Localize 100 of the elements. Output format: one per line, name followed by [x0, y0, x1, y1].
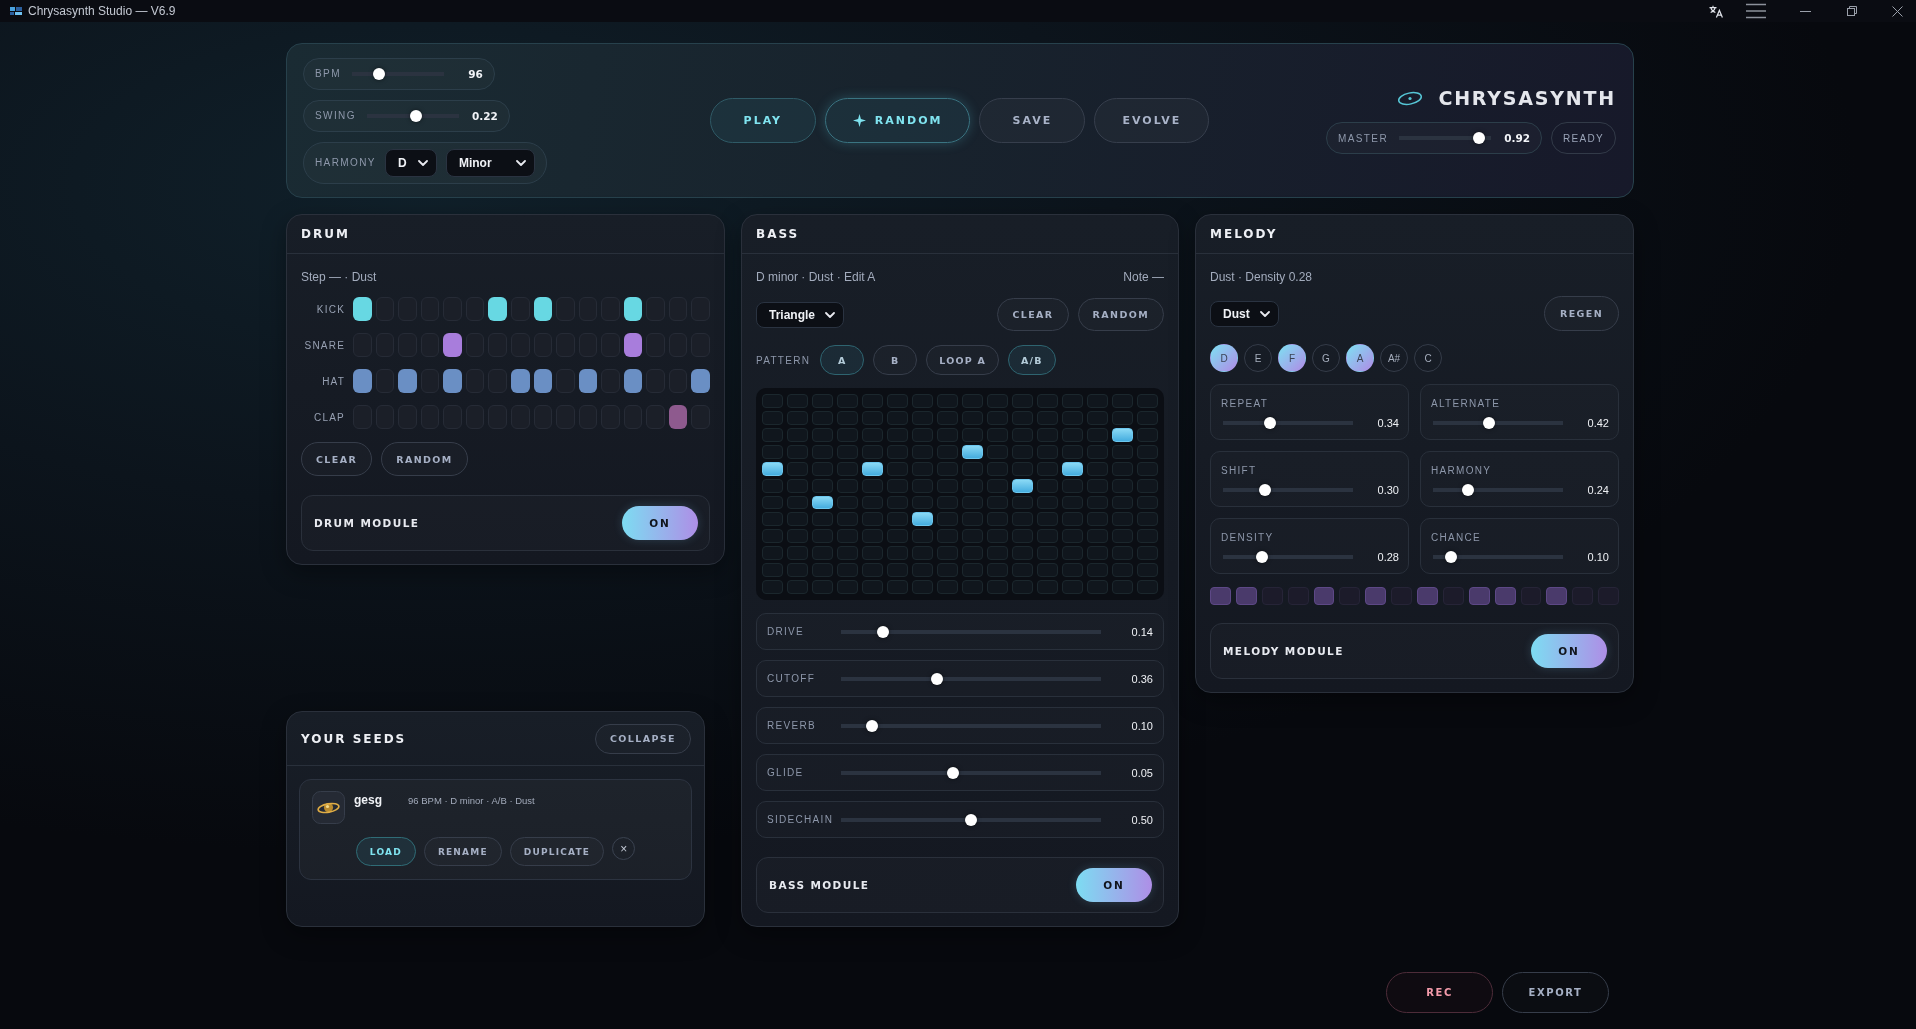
- grid-cell[interactable]: [812, 563, 833, 578]
- grid-cell[interactable]: [887, 478, 908, 493]
- grid-cell[interactable]: [787, 478, 808, 493]
- note-chip[interactable]: A: [1346, 344, 1374, 372]
- grid-cell[interactable]: [937, 444, 958, 459]
- grid-cell[interactable]: [912, 512, 933, 527]
- grid-cell[interactable]: [1137, 410, 1158, 425]
- grid-cell[interactable]: [862, 461, 883, 476]
- grid-cell[interactable]: [937, 394, 958, 408]
- grid-cell[interactable]: [1112, 529, 1133, 544]
- grid-cell[interactable]: [812, 546, 833, 561]
- grid-cell[interactable]: [1012, 478, 1033, 493]
- grid-cell[interactable]: [962, 529, 983, 544]
- grid-cell[interactable]: [762, 427, 783, 442]
- grid-cell[interactable]: [937, 529, 958, 544]
- grid-cell[interactable]: [1087, 427, 1108, 442]
- grid-cell[interactable]: [762, 444, 783, 459]
- grid-cell[interactable]: [1037, 427, 1058, 442]
- action-button[interactable]: CLEAR: [997, 298, 1069, 331]
- dropdown[interactable]: D: [384, 148, 437, 177]
- grid-cell[interactable]: [1012, 580, 1033, 594]
- grid-cell[interactable]: [787, 410, 808, 425]
- grid-cell[interactable]: [1112, 563, 1133, 578]
- grid-cell[interactable]: [1037, 495, 1058, 510]
- grid-cell[interactable]: [1012, 410, 1033, 425]
- slider-thumb[interactable]: [965, 813, 977, 826]
- grid-cell[interactable]: [1037, 461, 1058, 476]
- grid-cell[interactable]: [862, 444, 883, 459]
- grid-cell[interactable]: [1062, 512, 1083, 527]
- grid-cell[interactable]: [812, 529, 833, 544]
- grid-cell[interactable]: [987, 495, 1008, 510]
- grid-cell[interactable]: [1037, 529, 1058, 544]
- grid-cell[interactable]: [1087, 394, 1108, 408]
- step-cell[interactable]: [578, 369, 598, 393]
- module-toggle[interactable]: ON: [1531, 634, 1607, 668]
- pattern-tab[interactable]: LOOP A: [926, 345, 999, 375]
- grid-cell[interactable]: [762, 563, 783, 578]
- grid-cell[interactable]: [1112, 427, 1133, 442]
- grid-cell[interactable]: [1137, 563, 1158, 578]
- grid-cell[interactable]: [1012, 427, 1033, 442]
- slider-thumb[interactable]: [409, 109, 422, 122]
- grid-cell[interactable]: [887, 427, 908, 442]
- grid-cell[interactable]: [862, 427, 883, 442]
- grid-cell[interactable]: [837, 410, 858, 425]
- grid-cell[interactable]: [1037, 580, 1058, 594]
- grid-cell[interactable]: [1112, 478, 1133, 493]
- grid-cell[interactable]: [862, 512, 883, 527]
- grid-cell[interactable]: [837, 546, 858, 561]
- pattern-tab[interactable]: B: [873, 345, 918, 375]
- grid-cell[interactable]: [887, 394, 908, 408]
- grid-cell[interactable]: [1137, 546, 1158, 561]
- step-cell[interactable]: [1313, 587, 1335, 605]
- grid-cell[interactable]: [1087, 410, 1108, 425]
- grid-cell[interactable]: [837, 529, 858, 544]
- grid-cell[interactable]: [987, 546, 1008, 561]
- grid-cell[interactable]: [787, 394, 808, 408]
- step-cell[interactable]: [353, 297, 372, 321]
- grid-cell[interactable]: [1137, 580, 1158, 594]
- action-button[interactable]: RANDOM: [1077, 298, 1164, 331]
- grid-cell[interactable]: [837, 495, 858, 510]
- action-button[interactable]: LOAD: [355, 837, 416, 866]
- grid-cell[interactable]: [1137, 427, 1158, 442]
- grid-cell[interactable]: [912, 394, 933, 408]
- pattern-tab[interactable]: A/B: [1008, 345, 1056, 375]
- grid-cell[interactable]: [1037, 394, 1058, 408]
- step-cell[interactable]: [533, 369, 553, 393]
- grid-cell[interactable]: [837, 478, 858, 493]
- grid-cell[interactable]: [987, 563, 1008, 578]
- grid-cell[interactable]: [837, 461, 858, 476]
- note-chip[interactable]: F: [1278, 344, 1306, 372]
- grid-cell[interactable]: [787, 512, 808, 527]
- grid-cell[interactable]: [912, 563, 933, 578]
- grid-cell[interactable]: [937, 478, 958, 493]
- grid-cell[interactable]: [1037, 410, 1058, 425]
- grid-cell[interactable]: [962, 478, 983, 493]
- grid-cell[interactable]: [987, 529, 1008, 544]
- grid-cell[interactable]: [1037, 546, 1058, 561]
- grid-cell[interactable]: [1087, 461, 1108, 476]
- grid-cell[interactable]: [862, 394, 883, 408]
- grid-cell[interactable]: [1012, 495, 1033, 510]
- dropdown[interactable]: Triangle: [756, 301, 844, 328]
- grid-cell[interactable]: [1112, 461, 1133, 476]
- grid-cell[interactable]: [837, 563, 858, 578]
- grid-cell[interactable]: [887, 563, 908, 578]
- grid-cell[interactable]: [787, 461, 808, 476]
- slider-thumb[interactable]: [1258, 484, 1271, 496]
- grid-cell[interactable]: [912, 529, 933, 544]
- grid-cell[interactable]: [1137, 444, 1158, 459]
- grid-cell[interactable]: [787, 495, 808, 510]
- grid-cell[interactable]: [887, 546, 908, 561]
- grid-cell[interactable]: [887, 410, 908, 425]
- grid-cell[interactable]: [912, 461, 933, 476]
- grid-cell[interactable]: [1062, 427, 1083, 442]
- grid-cell[interactable]: [837, 394, 858, 408]
- step-cell[interactable]: [398, 369, 417, 393]
- grid-cell[interactable]: [912, 495, 933, 510]
- grid-cell[interactable]: [1087, 512, 1108, 527]
- grid-cell[interactable]: [962, 394, 983, 408]
- grid-cell[interactable]: [1037, 444, 1058, 459]
- grid-cell[interactable]: [937, 580, 958, 594]
